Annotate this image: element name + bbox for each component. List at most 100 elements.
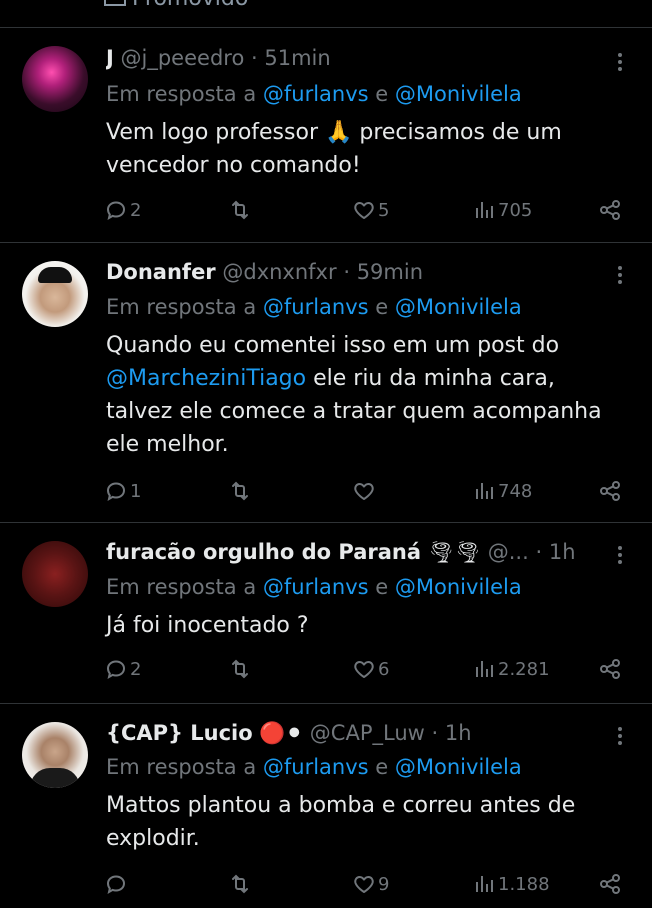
more-icon[interactable] — [618, 543, 624, 567]
reply-count: 2 — [130, 199, 142, 221]
mention-link[interactable]: @MarcheziniTiago — [106, 366, 306, 391]
promoted-strip: Promovido — [0, 0, 652, 27]
reply-button[interactable]: 1 — [104, 479, 141, 503]
avatar[interactable] — [22, 46, 88, 112]
tweet-header: furacão orgulho do Paraná 🌪🌪 @... · 1h — [106, 540, 602, 565]
shirt-shape — [30, 768, 80, 788]
handle[interactable]: @CAP_Luw — [310, 721, 425, 745]
handle[interactable]: @dxnxnfxr — [222, 260, 336, 284]
retweet-button[interactable] — [228, 479, 254, 503]
separator-dot: · — [343, 260, 350, 284]
mention-link[interactable]: @furlanvs — [263, 82, 369, 106]
avatar[interactable] — [22, 722, 88, 788]
share-button[interactable] — [598, 198, 622, 222]
tweet-text-line: ele melhor. — [106, 432, 229, 457]
reply-button[interactable]: 2 — [104, 657, 141, 681]
timestamp[interactable]: 59min — [357, 260, 423, 284]
handle[interactable]: @j_peeedro — [121, 46, 245, 70]
reply-button[interactable]: 2 — [104, 198, 141, 222]
retweet-icon — [232, 659, 248, 679]
more-icon[interactable] — [618, 263, 624, 287]
tweet-text-line: Vem logo professor 🙏 precisamos de um — [106, 120, 562, 145]
tweet-reply[interactable]: {CAP} Lucio 🔴⚫ @CAP_Luw · 1h Em resposta… — [0, 704, 652, 908]
reply-icon — [106, 875, 126, 894]
mention-link[interactable]: @Monivilela — [395, 295, 522, 319]
timestamp[interactable]: 51min — [264, 46, 330, 70]
name-emoji: 🔴⚫ — [259, 721, 304, 745]
tweet-text: Quando eu comentei isso em um post do @M… — [106, 329, 616, 461]
mention-link[interactable]: @Monivilela — [395, 755, 522, 779]
tweet-header: Donanfer @dxnxnfxr · 59min — [106, 260, 602, 284]
retweet-button[interactable] — [228, 872, 254, 896]
views-icon — [476, 483, 493, 499]
heart-icon — [354, 661, 374, 678]
views-button[interactable]: 748 — [472, 479, 532, 503]
timestamp[interactable]: 1h — [445, 721, 472, 745]
name-emoji: 🌪🌪 — [427, 540, 482, 564]
views-count: 705 — [498, 199, 533, 221]
tweet-text-line: vencedor no comando! — [106, 153, 361, 178]
tweet-text-line: Quando eu comentei isso em um post do — [106, 333, 560, 358]
views-icon — [476, 661, 493, 677]
tweet-reply[interactable]: furacão orgulho do Paraná 🌪🌪 @... · 1h E… — [0, 523, 652, 703]
heart-icon — [354, 202, 374, 219]
tweet-header: J @j_peeedro · 51min — [106, 46, 602, 70]
share-icon — [600, 481, 620, 501]
display-name[interactable]: {CAP} Lucio — [106, 721, 253, 745]
reply-icon — [106, 482, 126, 501]
share-icon — [600, 659, 620, 679]
reply-to-conj: e — [375, 755, 389, 779]
timestamp[interactable]: 1h — [549, 540, 576, 564]
mention-link[interactable]: @furlanvs — [263, 575, 369, 599]
tweet-actions: 2 6 2.281 — [104, 657, 622, 685]
views-icon — [476, 202, 493, 218]
tweet-text-segment: ele riu da minha cara, — [306, 366, 555, 391]
reply-context: Em resposta a @furlanvs e @Monivilela — [106, 82, 522, 106]
share-button[interactable] — [598, 479, 622, 503]
more-icon[interactable] — [618, 724, 624, 748]
like-button[interactable] — [352, 479, 378, 503]
display-name[interactable]: furacão orgulho do Paraná — [106, 540, 421, 564]
reply-to-conj: e — [375, 295, 389, 319]
mention-link[interactable]: @furlanvs — [263, 295, 369, 319]
reply-icon — [106, 660, 126, 679]
tweet-actions: 2 5 705 — [104, 198, 622, 226]
like-count: 5 — [378, 199, 390, 221]
cap-shape — [38, 267, 72, 283]
mention-link[interactable]: @furlanvs — [263, 755, 369, 779]
promoted-label: Promovido — [132, 0, 248, 11]
heart-icon — [354, 483, 374, 500]
tweet-reply[interactable]: Donanfer @dxnxnfxr · 59min Em resposta a… — [0, 243, 652, 522]
tweet-text-line: talvez ele comece a tratar quem acompanh… — [106, 399, 602, 424]
share-button[interactable] — [598, 657, 622, 681]
display-name[interactable]: J — [106, 46, 114, 70]
views-button[interactable]: 2.281 — [472, 657, 550, 681]
like-button[interactable]: 5 — [352, 198, 389, 222]
views-count: 1.188 — [498, 873, 550, 895]
views-count: 748 — [498, 480, 533, 502]
promoted-icon — [104, 0, 126, 6]
retweet-button[interactable] — [228, 198, 254, 222]
like-button[interactable]: 6 — [352, 657, 389, 681]
more-icon[interactable] — [618, 50, 624, 74]
tweet-header: {CAP} Lucio 🔴⚫ @CAP_Luw · 1h — [106, 721, 602, 746]
tweet-text-line: @MarcheziniTiago ele riu da minha cara, — [106, 362, 616, 395]
mention-link[interactable]: @Monivilela — [395, 575, 522, 599]
views-button[interactable]: 1.188 — [472, 872, 550, 896]
share-button[interactable] — [598, 872, 622, 896]
reply-button[interactable] — [104, 872, 130, 896]
reply-icon — [106, 201, 126, 220]
retweet-button[interactable] — [228, 657, 254, 681]
views-button[interactable]: 705 — [472, 198, 532, 222]
like-count: 6 — [378, 658, 390, 680]
avatar[interactable] — [22, 541, 88, 607]
display-name[interactable]: Donanfer — [106, 260, 216, 284]
separator-dot: · — [250, 46, 258, 70]
handle[interactable]: @... — [488, 540, 529, 564]
avatar[interactable] — [22, 261, 88, 327]
mention-link[interactable]: @Monivilela — [395, 82, 522, 106]
like-button[interactable]: 9 — [352, 872, 389, 896]
retweet-icon — [232, 481, 248, 501]
tweet-reply[interactable]: J @j_peeedro · 51min Em resposta a @furl… — [0, 28, 652, 242]
reply-context: Em resposta a @furlanvs e @Monivilela — [106, 295, 522, 319]
